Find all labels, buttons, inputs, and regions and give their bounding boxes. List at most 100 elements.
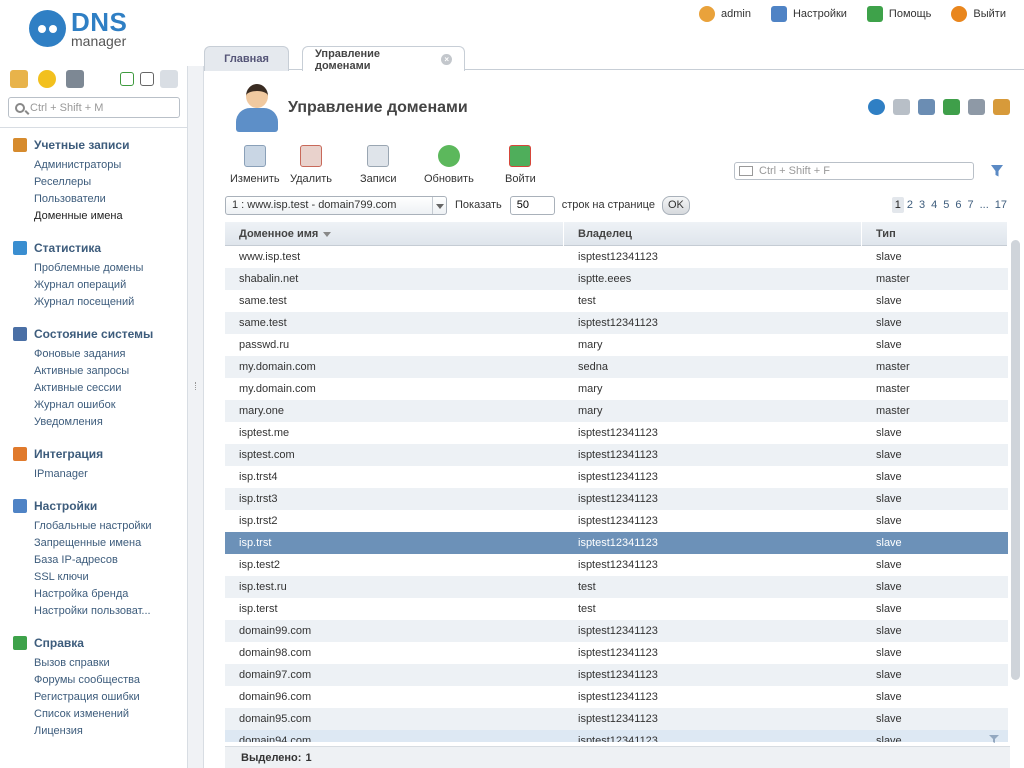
sidebar-search[interactable] bbox=[8, 97, 180, 118]
page-link[interactable]: 17 bbox=[992, 197, 1010, 213]
sidebar-section-header[interactable]: Статистика bbox=[0, 239, 186, 257]
sidebar-search-input[interactable] bbox=[30, 101, 170, 114]
sidebar-section-header[interactable]: Справка bbox=[0, 634, 186, 652]
sidebar-item[interactable]: Запрещенные имена bbox=[34, 535, 186, 552]
sidebar-item[interactable]: Вызов справки bbox=[34, 655, 186, 672]
sidebar-item[interactable]: Глобальные настройки bbox=[34, 518, 186, 535]
page-link[interactable]: 7 bbox=[964, 197, 976, 213]
page-link[interactable]: 4 bbox=[928, 197, 940, 213]
tab-domain-management[interactable]: Управление доменами × bbox=[302, 46, 465, 72]
table-settings-icon[interactable] bbox=[993, 99, 1010, 115]
sidebar-item[interactable]: IPmanager bbox=[34, 466, 186, 483]
delete-button[interactable]: Удалить bbox=[290, 145, 332, 185]
table-row[interactable]: domain99.com isptest12341123 slave bbox=[225, 620, 1008, 642]
sidebar-item[interactable]: Журнал операций bbox=[34, 277, 186, 294]
table-row[interactable]: my.domain.com mary master bbox=[225, 378, 1008, 400]
table-row[interactable]: my.domain.com sedna master bbox=[225, 356, 1008, 378]
sidebar-item[interactable]: SSL ключи bbox=[34, 569, 186, 586]
ok-button[interactable]: OK bbox=[661, 195, 690, 215]
table-row[interactable]: isp.test.ru test slave bbox=[225, 576, 1008, 598]
user-menu[interactable]: admin bbox=[699, 6, 751, 22]
sidebar-section-header[interactable]: Интеграция bbox=[0, 445, 186, 463]
dnsmanager-logo[interactable]: DNS manager bbox=[29, 7, 149, 50]
table-row[interactable]: isp.terst test slave bbox=[225, 598, 1008, 620]
sidebar-item[interactable]: Фоновые задания bbox=[34, 346, 186, 363]
table-filter-search[interactable] bbox=[734, 162, 974, 180]
close-tab-icon[interactable]: × bbox=[441, 54, 452, 65]
table-row[interactable]: isp.trst2 isptest12341123 slave bbox=[225, 510, 1008, 532]
scrollbar-thumb[interactable] bbox=[1011, 240, 1020, 680]
favorites-star-icon[interactable] bbox=[38, 70, 56, 88]
table-row[interactable]: passwd.ru mary slave bbox=[225, 334, 1008, 356]
refresh-button[interactable]: Обновить bbox=[424, 145, 474, 185]
table-filter-input[interactable] bbox=[759, 165, 959, 177]
table-row[interactable]: shabalin.net isptte.eees master bbox=[225, 268, 1008, 290]
favorite-star-icon[interactable] bbox=[893, 99, 910, 115]
sidebar-item[interactable]: Доменные имена bbox=[34, 208, 186, 225]
export-excel-icon[interactable] bbox=[943, 99, 960, 115]
table-row[interactable]: www.isp.test isptest12341123 slave bbox=[225, 246, 1008, 268]
panel-splitter[interactable] bbox=[188, 66, 204, 768]
sidebar-item[interactable]: Форумы сообщества bbox=[34, 672, 186, 689]
table-scrollbar[interactable] bbox=[1008, 240, 1022, 742]
pin-icon[interactable] bbox=[160, 70, 178, 88]
page-link[interactable]: 3 bbox=[916, 197, 928, 213]
table-row[interactable]: domain98.com isptest12341123 slave bbox=[225, 642, 1008, 664]
table-row[interactable]: isp.trst isptest12341123 slave bbox=[225, 532, 1008, 554]
sidebar-item[interactable]: Список изменений bbox=[34, 706, 186, 723]
table-row[interactable]: domain95.com isptest12341123 slave bbox=[225, 708, 1008, 730]
table-row[interactable]: isptest.me isptest12341123 slave bbox=[225, 422, 1008, 444]
reload-icon[interactable] bbox=[868, 99, 885, 115]
table-row[interactable]: domain96.com isptest12341123 slave bbox=[225, 686, 1008, 708]
table-row[interactable]: same.test isptest12341123 slave bbox=[225, 312, 1008, 334]
logout-link[interactable]: Выйти bbox=[951, 6, 1006, 22]
table-row[interactable]: isp.trst4 isptest12341123 slave bbox=[225, 466, 1008, 488]
sidebar-section-header[interactable]: Состояние системы bbox=[0, 325, 186, 343]
table-row[interactable]: isptest.com isptest12341123 slave bbox=[225, 444, 1008, 466]
column-filter-icon[interactable] bbox=[989, 735, 999, 743]
column-header-owner[interactable]: Владелец bbox=[564, 222, 862, 246]
page-link[interactable]: 1 bbox=[891, 197, 904, 213]
sidebar-item[interactable]: Журнал посещений bbox=[34, 294, 186, 311]
table-row[interactable]: mary.one mary master bbox=[225, 400, 1008, 422]
page-link[interactable]: 6 bbox=[952, 197, 964, 213]
sidebar-item[interactable]: Настройки пользоват... bbox=[34, 603, 186, 620]
table-row[interactable]: same.test test slave bbox=[225, 290, 1008, 312]
sidebar-item[interactable]: Журнал ошибок bbox=[34, 397, 186, 414]
sidebar-item[interactable]: Регистрация ошибки bbox=[34, 689, 186, 706]
expand-all-icon[interactable] bbox=[120, 72, 134, 86]
copy-icon[interactable] bbox=[918, 99, 935, 115]
table-row[interactable]: domain94.com isptest12341123 slave bbox=[225, 730, 1008, 742]
splitter-grip[interactable] bbox=[195, 382, 197, 390]
page-link[interactable]: 2 bbox=[904, 197, 916, 213]
sidebar-item[interactable]: Реселлеры bbox=[34, 174, 186, 191]
sidebar-item[interactable]: Пользователи bbox=[34, 191, 186, 208]
sidebar-item[interactable]: Активные запросы bbox=[34, 363, 186, 380]
sidebar-item[interactable]: Уведомления bbox=[34, 414, 186, 431]
sidebar-item[interactable]: Лицензия bbox=[34, 723, 186, 740]
sidebar-section-header[interactable]: Настройки bbox=[0, 497, 186, 515]
chevron-down-icon[interactable] bbox=[432, 196, 446, 214]
sidebar-item[interactable]: Активные сессии bbox=[34, 380, 186, 397]
table-row[interactable]: isp.trst3 isptest12341123 slave bbox=[225, 488, 1008, 510]
rows-per-page-input[interactable] bbox=[509, 195, 555, 215]
table-row[interactable]: domain97.com isptest12341123 slave bbox=[225, 664, 1008, 686]
sidebar-item[interactable]: Администраторы bbox=[34, 157, 186, 174]
sidebar-item[interactable]: Настройка бренда bbox=[34, 586, 186, 603]
settings-link[interactable]: Настройки bbox=[770, 6, 847, 22]
page-range-select[interactable]: 1 : www.isp.test - domain799.com bbox=[225, 195, 447, 215]
print-icon[interactable] bbox=[968, 99, 985, 115]
login-as-button[interactable]: Войти bbox=[505, 145, 536, 185]
tree-view-icon[interactable] bbox=[10, 70, 28, 88]
page-link[interactable]: 5 bbox=[940, 197, 952, 213]
table-row[interactable]: isp.test2 isptest12341123 slave bbox=[225, 554, 1008, 576]
sidebar-section-header[interactable]: Учетные записи bbox=[0, 136, 186, 154]
sidebar-item[interactable]: Проблемные домены bbox=[34, 260, 186, 277]
tab-home[interactable]: Главная bbox=[204, 46, 289, 71]
collapse-all-icon[interactable] bbox=[140, 72, 154, 86]
filter-icon[interactable] bbox=[990, 164, 1004, 178]
records-button[interactable]: Записи bbox=[360, 145, 397, 185]
briefcase-icon[interactable] bbox=[66, 70, 84, 88]
column-header-domain[interactable]: Доменное имя bbox=[225, 222, 564, 246]
sidebar-item[interactable]: База IP-адресов bbox=[34, 552, 186, 569]
